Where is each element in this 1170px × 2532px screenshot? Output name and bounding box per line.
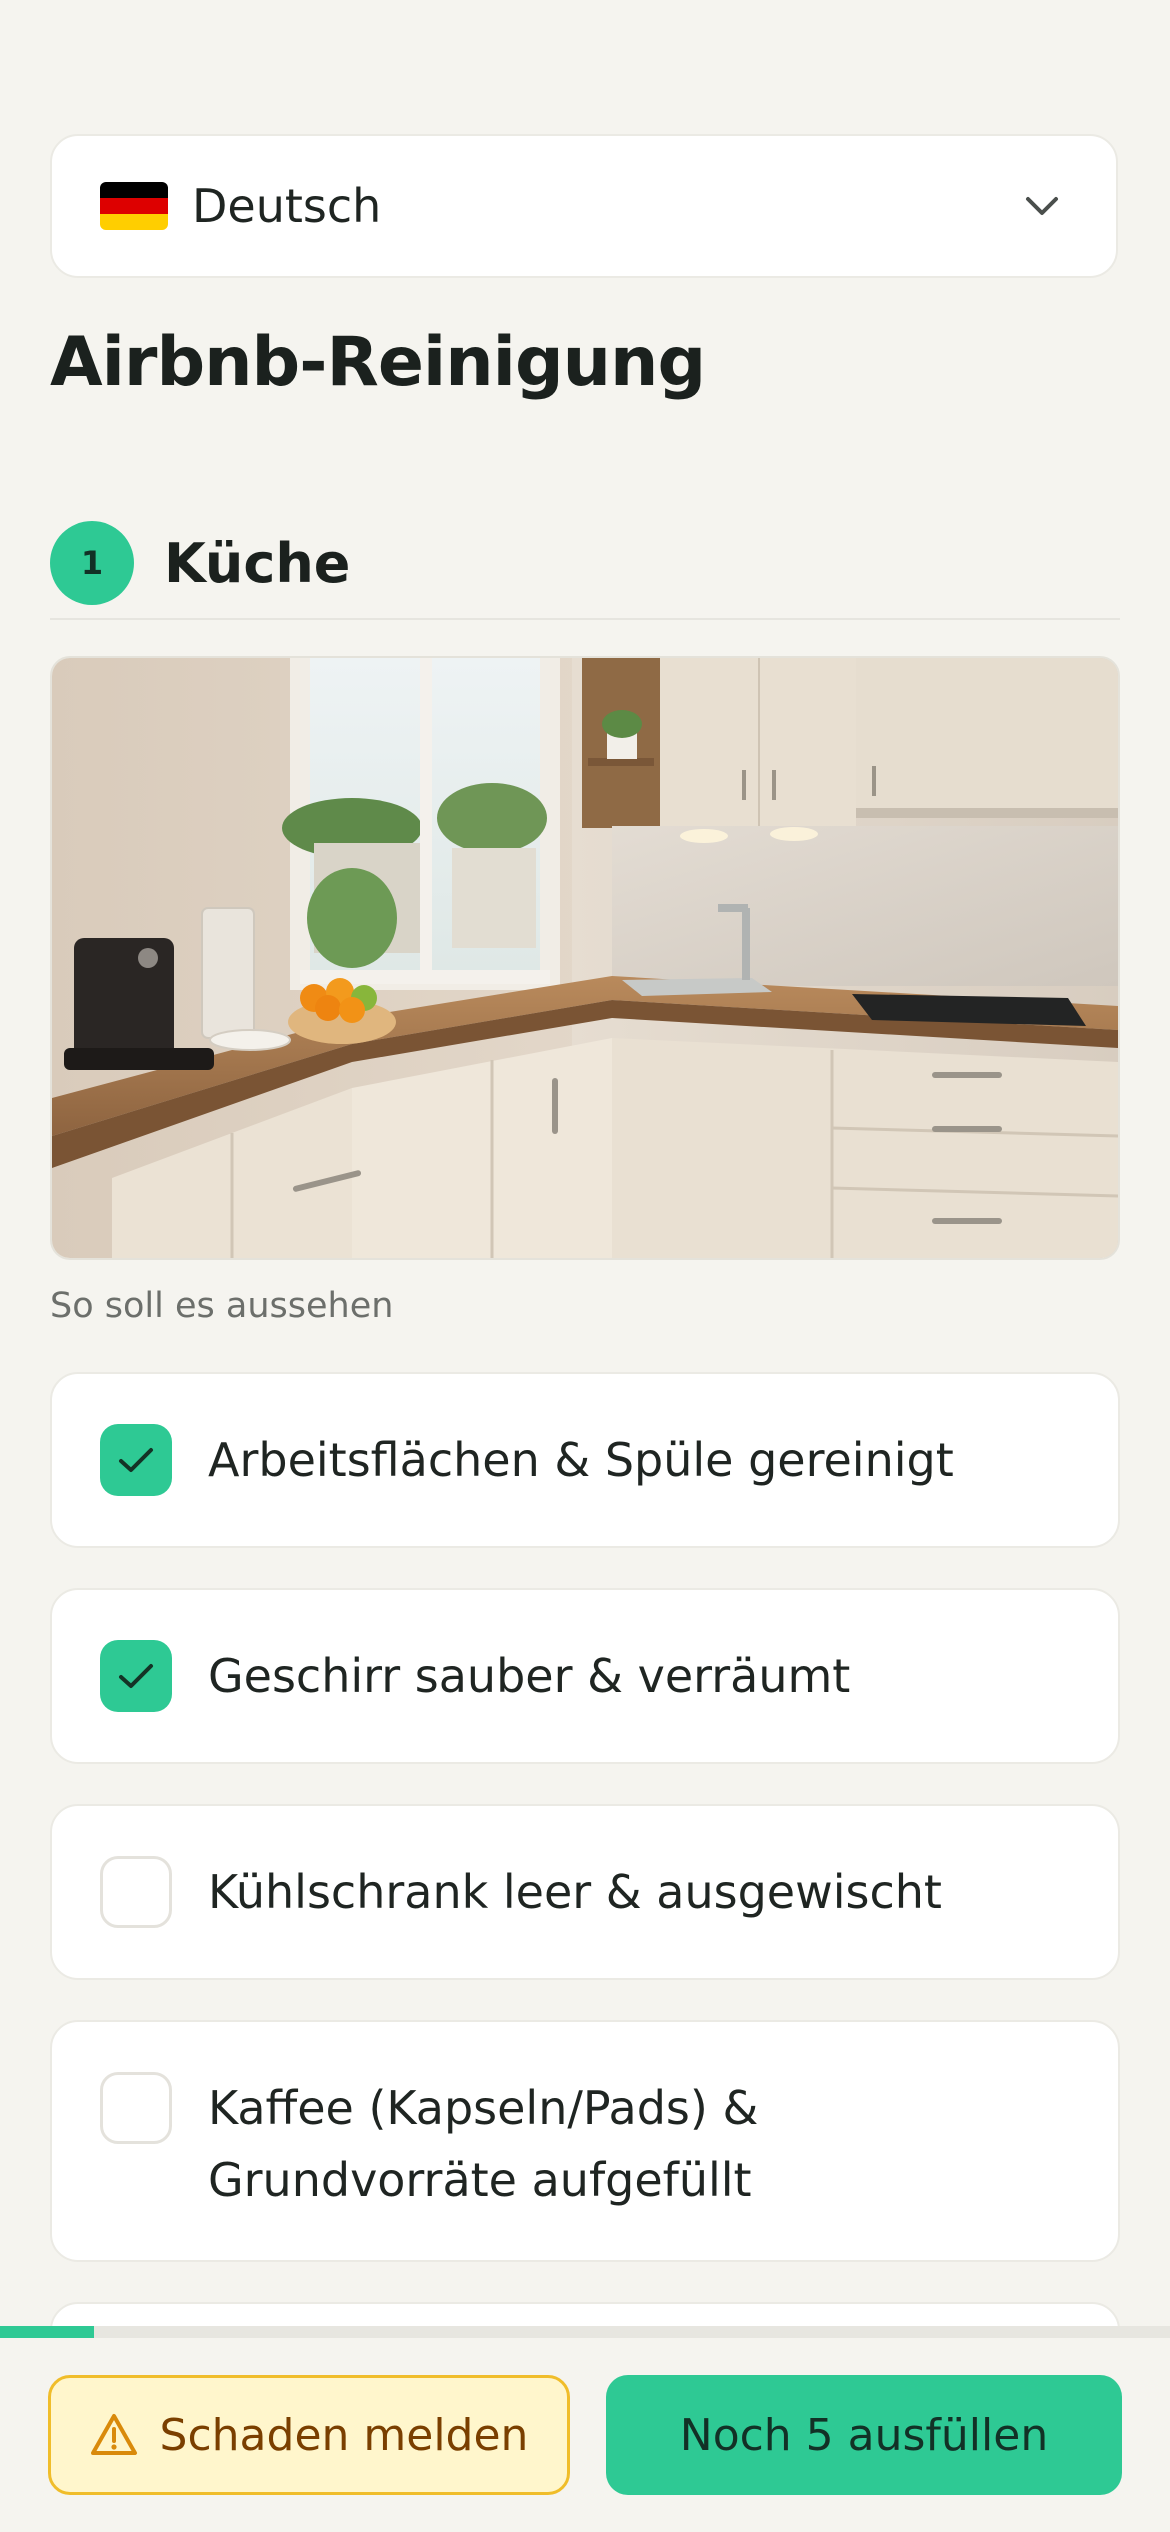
page-title: Airbnb-Reinigung bbox=[50, 323, 706, 402]
warning-icon bbox=[90, 2414, 137, 2455]
bottom-action-bar: Schaden melden Noch 5 ausfüllen bbox=[0, 2338, 1170, 2532]
language-select[interactable]: Deutsch bbox=[50, 134, 1118, 278]
checklist-item[interactable]: Arbeitsflächen & Spüle gereinigt bbox=[50, 1372, 1120, 1548]
checkbox-checked[interactable] bbox=[100, 1640, 172, 1712]
germany-flag-icon bbox=[100, 182, 168, 230]
checkmark-icon bbox=[119, 1448, 153, 1472]
checklist-item[interactable]: Geschirr sauber & verräumt bbox=[50, 1588, 1120, 1764]
section-divider bbox=[50, 618, 1120, 620]
progress-bar bbox=[0, 2326, 1170, 2338]
checklist-item[interactable]: Kühlschrank leer & ausgewischt bbox=[50, 1804, 1120, 1980]
submit-button[interactable]: Noch 5 ausfüllen bbox=[606, 2375, 1122, 2495]
checkbox-checked[interactable] bbox=[100, 1424, 172, 1496]
checkbox-unchecked[interactable] bbox=[100, 2072, 172, 2144]
section-title: Küche bbox=[164, 531, 351, 595]
image-caption: So soll es aussehen bbox=[50, 1286, 394, 1326]
scroll-content[interactable]: Deutsch Airbnb-Reinigung 1 Küche So soll… bbox=[50, 0, 1120, 2332]
report-damage-button[interactable]: Schaden melden bbox=[48, 2375, 570, 2495]
checklist-item-label: Kühlschrank leer & ausgewischt bbox=[208, 1865, 942, 1919]
kitchen-reference-image bbox=[50, 656, 1120, 1260]
section-header: 1 Küche bbox=[50, 508, 1120, 618]
progress-bar-fill bbox=[0, 2326, 94, 2338]
checklist-item-label: Geschirr sauber & verräumt bbox=[208, 1649, 851, 1703]
language-label: Deutsch bbox=[192, 179, 382, 233]
checklist-item-label: Arbeitsflächen & Spüle gereinigt bbox=[208, 1433, 954, 1487]
checkmark-icon bbox=[119, 1664, 153, 1688]
checklist-item-label: Kaffee (Kapseln/Pads) & Grundvorräte auf… bbox=[208, 2081, 759, 2207]
step-number-badge: 1 bbox=[50, 521, 134, 605]
report-damage-label: Schaden melden bbox=[159, 2409, 529, 2461]
chevron-down-icon bbox=[1022, 186, 1062, 226]
submit-label: Noch 5 ausfüllen bbox=[679, 2409, 1049, 2461]
checklist-item[interactable]: Kaffee (Kapseln/Pads) & Grundvorräte auf… bbox=[50, 2020, 1120, 2262]
checkbox-unchecked[interactable] bbox=[100, 1856, 172, 1928]
